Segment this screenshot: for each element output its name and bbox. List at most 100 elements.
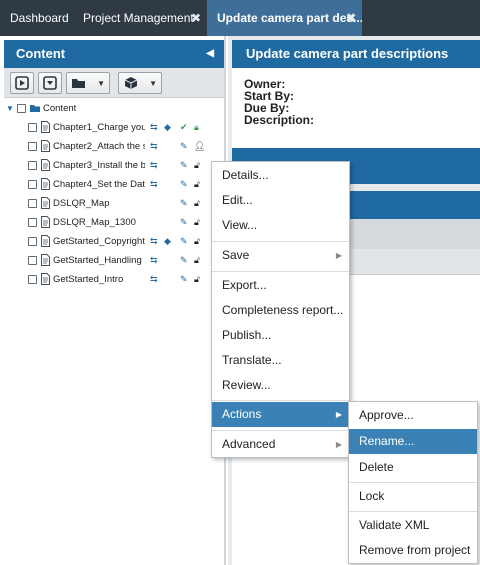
close-icon[interactable]: ✖	[346, 0, 356, 36]
pencil-icon[interactable]: ✎	[180, 251, 188, 270]
lock-icon[interactable]: 🔒︎	[194, 118, 199, 137]
tags-icon[interactable]: ◆	[164, 232, 171, 251]
tree-item[interactable]: Chapter4_Set the Dat... ⇆ ✎ 🔓︎	[4, 175, 222, 194]
sync-icon[interactable]: ⇆	[150, 175, 158, 194]
play-icon	[15, 76, 29, 90]
document-icon	[41, 140, 50, 152]
document-icon	[41, 121, 50, 133]
unlock-icon[interactable]: 🔓︎	[194, 175, 200, 194]
pencil-icon[interactable]: ✎	[180, 270, 188, 289]
menu-item-advanced[interactable]: Advanced ▶	[212, 432, 349, 457]
expand-icon[interactable]: ▼	[6, 99, 14, 118]
sync-icon[interactable]: ⇆	[150, 137, 158, 156]
tree-item[interactable]: Chapter2_Attach the s... ⇆ ✎ 👤︎	[4, 137, 222, 156]
tab-update-camera[interactable]: Update camera part des... ✖	[207, 0, 362, 36]
sync-icon[interactable]: ⇆	[150, 156, 158, 175]
chevron-right-icon: ▶	[335, 251, 342, 260]
sync-icon[interactable]: ⇆	[150, 270, 158, 289]
tree-item-label: DSLQR_Map_1300	[53, 217, 136, 228]
tree-item[interactable]: DSLQR_Map_1300 ✎ 🔓︎	[4, 213, 222, 232]
pencil-icon[interactable]: ✎	[180, 213, 188, 232]
check-circle-icon[interactable]: ✔	[180, 118, 188, 137]
sync-icon[interactable]: ⇆	[150, 251, 158, 270]
content-panel: Content ◀ ▼ ▼ ▼ Content Chapter1_Charge …	[0, 36, 226, 565]
menu-item-edit[interactable]: Edit...	[212, 188, 349, 213]
tree-root[interactable]: ▼ Content	[4, 99, 222, 118]
checkbox[interactable]	[28, 256, 37, 265]
menu-item-view[interactable]: View...	[212, 213, 349, 238]
pencil-icon[interactable]: ✎	[180, 194, 188, 213]
collapse-icon[interactable]: ◀	[206, 40, 214, 68]
checkbox[interactable]	[17, 104, 26, 113]
close-icon[interactable]: ✖	[191, 0, 201, 36]
tree-item[interactable]: Chapter3_Install the b... ⇆ ✎ 🔓︎	[4, 156, 222, 175]
unlock-icon[interactable]: 🔓︎	[194, 194, 200, 213]
menu-item-completeness-report[interactable]: Completeness report...	[212, 298, 349, 323]
tree-item[interactable]: DSLQR_Map ✎ 🔓︎	[4, 194, 222, 213]
menu-item-validate-xml[interactable]: Validate XML	[349, 513, 477, 538]
menu-item-rename[interactable]: Rename...	[349, 429, 477, 454]
menu-item-publish[interactable]: Publish...	[212, 323, 349, 348]
checkbox[interactable]	[28, 123, 37, 132]
checkbox[interactable]	[28, 237, 37, 246]
menu-item-save[interactable]: Save ▶	[212, 243, 349, 268]
tree-item-label: Chapter4_Set the Dat...	[53, 179, 145, 190]
chevron-down-icon: ▼	[149, 79, 157, 88]
content-panel-header: Content ◀	[4, 40, 224, 68]
sync-icon[interactable]: ⇆	[150, 118, 158, 137]
menu-separator	[212, 241, 349, 242]
menu-item-export[interactable]: Export...	[212, 273, 349, 298]
unlock-icon[interactable]: 🔓︎	[194, 232, 200, 251]
checkbox[interactable]	[28, 142, 37, 151]
checkbox[interactable]	[28, 180, 37, 189]
pencil-icon[interactable]: ✎	[180, 137, 188, 156]
document-icon	[41, 178, 50, 190]
menu-separator	[212, 400, 349, 401]
unlock-icon[interactable]: 🔓︎	[194, 270, 200, 289]
unlock-icon[interactable]: 🔓︎	[194, 251, 200, 270]
checkbox[interactable]	[28, 218, 37, 227]
menu-item-actions[interactable]: Actions ▶	[212, 402, 349, 427]
menu-item-approve[interactable]: Approve...	[349, 403, 477, 428]
package-menu-button[interactable]: ▼	[118, 72, 162, 94]
tab-dashboard[interactable]: Dashboard	[0, 0, 73, 36]
document-icon	[41, 273, 50, 285]
sync-icon[interactable]: ⇆	[150, 232, 158, 251]
menu-item-translate[interactable]: Translate...	[212, 348, 349, 373]
menu-item-details[interactable]: Details...	[212, 163, 349, 188]
tab-project-management[interactable]: Project Management ✖	[73, 0, 207, 36]
pencil-icon[interactable]: ✎	[180, 232, 188, 251]
checkbox[interactable]	[28, 275, 37, 284]
menu-item-remove-from-project[interactable]: Remove from project	[349, 538, 477, 563]
unlock-icon[interactable]: 🔓︎	[194, 213, 200, 232]
tree-item-label: Chapter3_Install the b...	[53, 160, 145, 171]
user-icon[interactable]: 👤︎	[194, 137, 205, 156]
panel-title: Content	[16, 46, 66, 61]
pencil-icon[interactable]: ✎	[180, 175, 188, 194]
tab-label: Update camera part des...	[217, 11, 362, 25]
tree-root-label: Content	[43, 103, 77, 114]
document-icon	[41, 216, 50, 228]
tree-item[interactable]: GetStarted_Intro ⇆ ✎ 🔓︎	[4, 270, 222, 289]
tree-item-label: GetStarted_Intro	[53, 274, 124, 285]
checkbox[interactable]	[28, 199, 37, 208]
menu-item-lock[interactable]: Lock	[349, 484, 477, 509]
tree-item-label: DSLQR_Map	[53, 198, 110, 209]
menu-item-review[interactable]: Review...	[212, 373, 349, 398]
play-button[interactable]	[10, 72, 34, 94]
chevron-right-icon: ▶	[335, 410, 342, 419]
package-icon	[124, 77, 138, 89]
unlock-icon[interactable]: 🔓︎	[194, 156, 200, 175]
tags-icon[interactable]: ◆	[164, 118, 171, 137]
folder-menu-button[interactable]: ▼	[66, 72, 110, 94]
download-icon	[43, 76, 57, 90]
tree-item-label: Chapter2_Attach the s...	[53, 141, 145, 152]
tree-item[interactable]: GetStarted_Handling ... ⇆ ✎ 🔓︎	[4, 251, 222, 270]
tree-item[interactable]: GetStarted_Copyrights ⇆ ◆ ✎ 🔓︎	[4, 232, 222, 251]
checkbox[interactable]	[28, 161, 37, 170]
tree-item[interactable]: Chapter1_Charge you... ⇆ ◆ ✔ 🔒︎	[4, 118, 222, 137]
folder-open-icon	[72, 79, 85, 88]
menu-item-delete[interactable]: Delete	[349, 455, 477, 480]
download-button[interactable]	[38, 72, 62, 94]
pencil-icon[interactable]: ✎	[180, 156, 188, 175]
